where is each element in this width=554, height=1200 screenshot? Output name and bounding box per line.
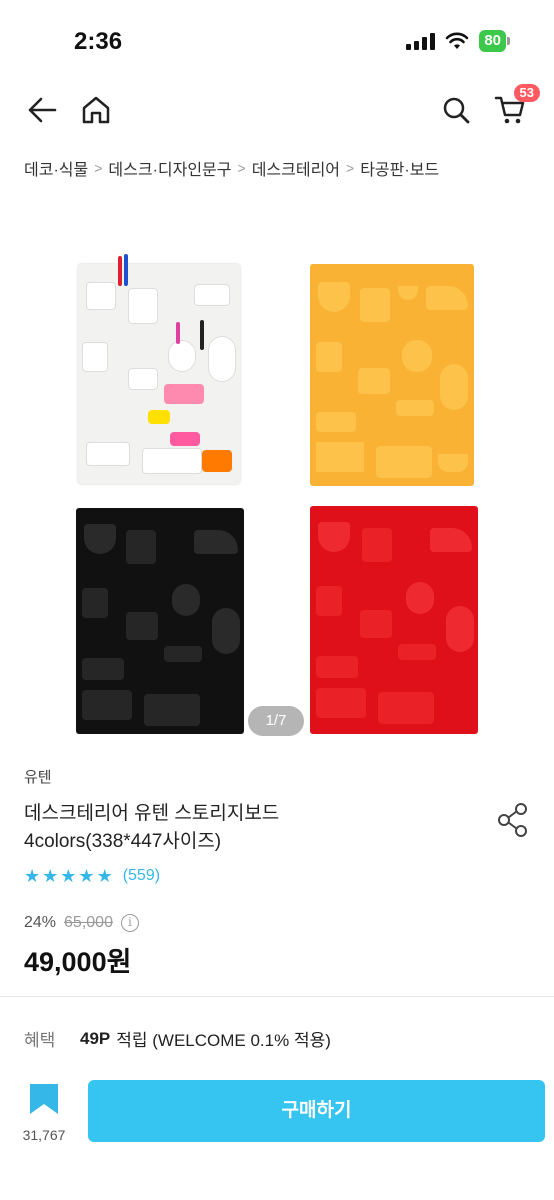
original-price: 65,000 (64, 914, 113, 931)
back-button[interactable] (22, 90, 62, 130)
breadcrumb-item[interactable]: 데스크·디자인문구 (108, 156, 231, 180)
buy-button[interactable]: 구매하기 (88, 1080, 545, 1142)
share-icon (498, 803, 527, 837)
breadcrumb: 데코·식물 > 데스크·디자인문구 > 데스크테리어 > 타공판·보드 (24, 156, 439, 180)
search-button[interactable] (436, 90, 476, 130)
battery-level: 80 (479, 30, 506, 52)
benefit-label: 혜택 (24, 1031, 56, 1050)
info-icon[interactable]: i (120, 914, 139, 932)
product-title-line2: 4colors(338*447사이즈) (24, 831, 222, 852)
star-icon: ★ (24, 866, 41, 886)
search-icon (443, 97, 470, 124)
chevron-right-icon: > (346, 160, 355, 176)
product-image-yellow-board (310, 264, 474, 486)
price-row: 24% 65,000 i (24, 914, 139, 932)
breadcrumb-item[interactable]: 데스크테리어 (252, 156, 340, 180)
chevron-right-icon: > (94, 160, 103, 176)
cart-button[interactable]: 53 (490, 84, 540, 130)
home-icon (82, 96, 110, 124)
share-button[interactable] (496, 800, 530, 840)
home-button[interactable] (76, 90, 116, 130)
product-image-white-board (78, 254, 240, 484)
nav-bar: 53 (0, 84, 554, 134)
signal-icon (406, 32, 436, 50)
bottom-action-bar: 31,767 구매하기 (0, 1066, 554, 1200)
battery-icon: 80 (479, 30, 510, 52)
status-time: 2:36 (74, 28, 123, 55)
bookmark-icon (30, 1084, 58, 1114)
breadcrumb-item[interactable]: 데코·식물 (24, 156, 88, 180)
chevron-right-icon: > (237, 160, 246, 176)
product-title-line1: 데스크테리어 유텐 스토리지보드 (24, 803, 280, 824)
benefit-points: 49P (80, 1028, 111, 1048)
bookmark-count: 31,767 (22, 1127, 66, 1143)
product-image-gallery[interactable] (60, 244, 500, 744)
discount-rate: 24% (24, 914, 57, 931)
benefit-text: 적립 (WELCOME 0.1% 적용) (116, 1031, 331, 1050)
wifi-icon (446, 32, 469, 49)
review-count[interactable]: (559) (123, 867, 160, 885)
product-image-red-board (310, 506, 478, 734)
product-title: 데스크테리어 유텐 스토리지보드 4colors(338*447사이즈) (24, 800, 464, 856)
rating[interactable]: ★ ★ ★ ★ ★ (559) (24, 866, 160, 886)
sale-price: 49,000원 (24, 947, 132, 977)
star-icon: ★ (42, 866, 59, 886)
star-icon: ★ (78, 866, 95, 886)
star-icon: ★ (96, 866, 113, 886)
brand-name[interactable]: 유텐 (24, 766, 52, 787)
breadcrumb-item[interactable]: 타공판·보드 (360, 156, 439, 180)
divider (0, 996, 554, 997)
status-icons: 80 (406, 30, 510, 52)
benefit-row: 혜택 49P 적립 (WELCOME 0.1% 적용) (24, 1026, 331, 1051)
image-page-indicator: 1/7 (248, 706, 304, 736)
status-bar: 2:36 80 (0, 0, 554, 84)
star-icon: ★ (60, 866, 77, 886)
bookmark-button[interactable]: 31,767 (14, 1082, 74, 1143)
back-arrow-icon (28, 97, 57, 123)
cart-count-badge: 53 (513, 84, 540, 102)
product-image-black-board (76, 508, 244, 734)
